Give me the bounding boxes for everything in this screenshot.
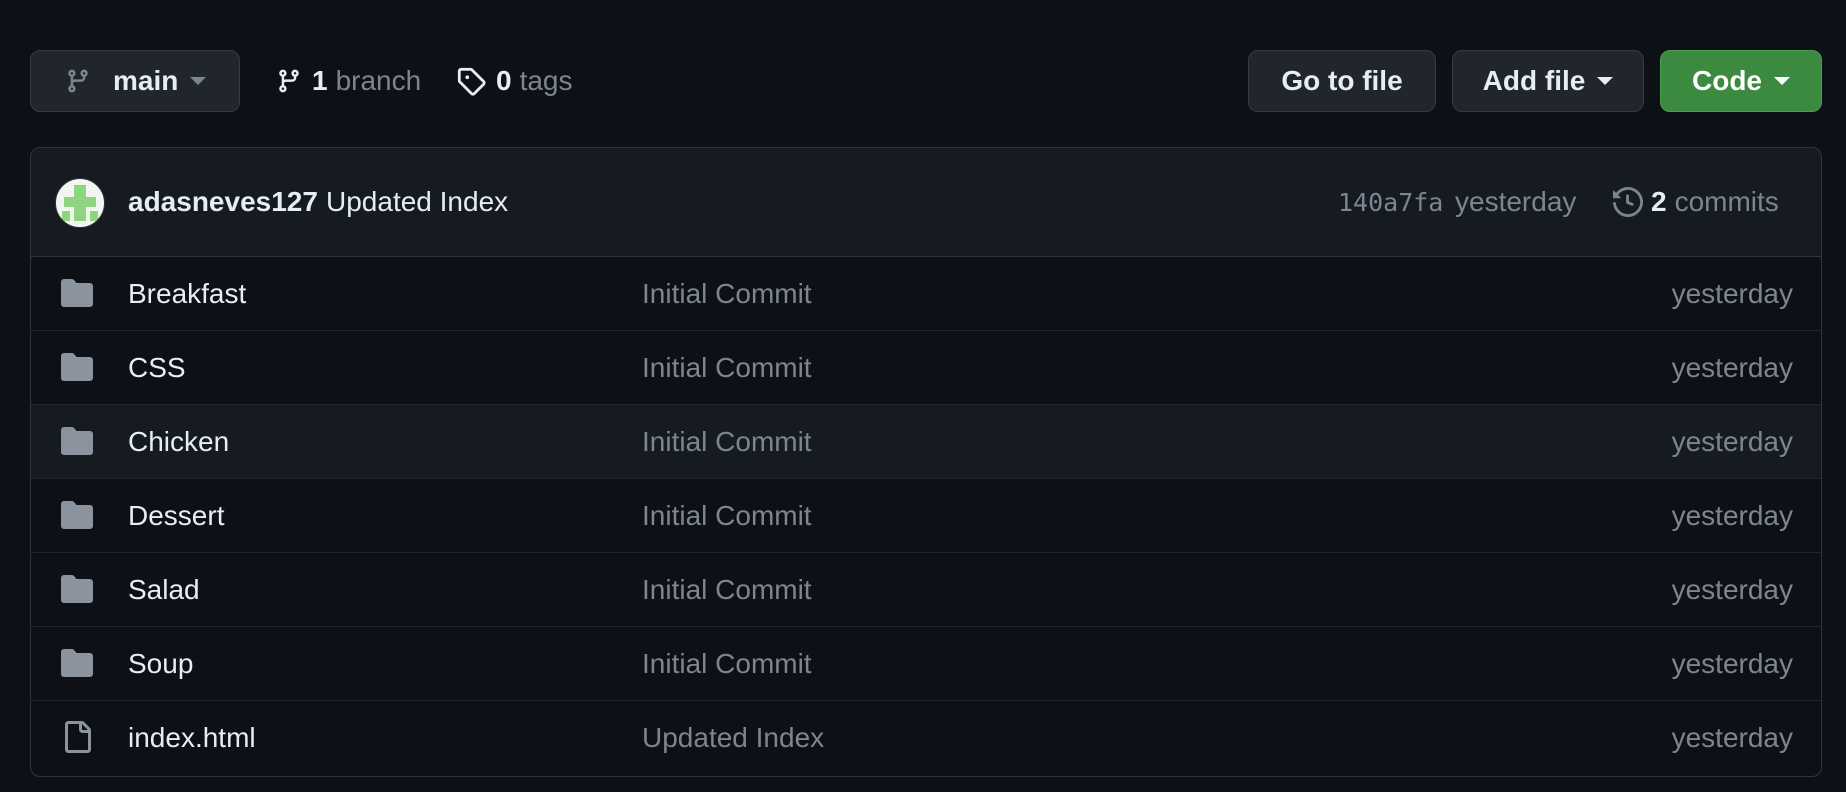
file-name-link[interactable]: Breakfast	[128, 278, 246, 310]
branch-word: branch	[335, 65, 422, 96]
tag-icon	[457, 67, 486, 96]
commit-time: yesterday	[1455, 186, 1577, 217]
file-commit-message-link[interactable]: Initial Commit	[642, 648, 812, 680]
code-label: Code	[1692, 65, 1762, 96]
file-name-link[interactable]: Dessert	[128, 500, 224, 532]
file-name-link[interactable]: Chicken	[128, 426, 229, 458]
tag-count: 0	[496, 65, 512, 96]
file-name-link[interactable]: index.html	[128, 722, 256, 754]
folder-icon	[61, 427, 93, 455]
branches-link[interactable]: 1 branch	[276, 50, 421, 112]
file-name-link[interactable]: Salad	[128, 574, 200, 606]
folder-icon	[61, 279, 93, 307]
file-name-link[interactable]: Soup	[128, 648, 193, 680]
file-age: yesterday	[1671, 499, 1793, 531]
avatar[interactable]	[55, 178, 105, 228]
commit-count: 2	[1651, 186, 1667, 217]
file-age: yesterday	[1671, 351, 1793, 383]
file-age: yesterday	[1671, 573, 1793, 605]
branch-select-button[interactable]: main	[30, 50, 240, 112]
file-commit-message-link[interactable]: Initial Commit	[642, 426, 812, 458]
file-commit-message-link[interactable]: Initial Commit	[642, 500, 812, 532]
git-branch-icon	[68, 69, 88, 93]
folder-icon	[61, 649, 93, 677]
file-name-link[interactable]: CSS	[128, 352, 186, 384]
file-row[interactable]: Salad Initial Commit yesterday	[31, 553, 1821, 627]
commit-message-link[interactable]: Updated Index	[326, 186, 508, 218]
go-to-file-button[interactable]: Go to file	[1248, 50, 1436, 112]
folder-icon	[61, 353, 93, 381]
file-age: yesterday	[1671, 647, 1793, 679]
file-row[interactable]: CSS Initial Commit yesterday	[31, 331, 1821, 405]
folder-icon	[61, 501, 93, 529]
file-age: yesterday	[1671, 277, 1793, 309]
go-to-file-label: Go to file	[1281, 65, 1403, 96]
commit-history-link[interactable]: 2 commits	[1613, 186, 1779, 218]
file-row[interactable]: index.html Updated Index yesterday	[31, 701, 1821, 774]
branch-count: 1	[312, 65, 328, 96]
file-commit-message-link[interactable]: Initial Commit	[642, 278, 812, 310]
branch-name: main	[113, 65, 179, 96]
file-row[interactable]: Dessert Initial Commit yesterday	[31, 479, 1821, 553]
commit-sha-link[interactable]: 140a7fa	[1338, 188, 1443, 217]
add-file-label: Add file	[1482, 65, 1586, 96]
file-commit-message-link[interactable]: Initial Commit	[642, 352, 812, 384]
file-commit-message-link[interactable]: Updated Index	[642, 722, 824, 754]
chevron-down-icon	[190, 77, 207, 85]
file-age: yesterday	[1671, 425, 1793, 457]
file-row[interactable]: Soup Initial Commit yesterday	[31, 627, 1821, 701]
file-icon	[65, 721, 91, 753]
tags-link[interactable]: 0 tags	[456, 50, 573, 112]
repo-toolbar: main 1 branch 0 tags Go to file Add file…	[30, 50, 1822, 114]
file-commit-message-link[interactable]: Initial Commit	[642, 574, 812, 606]
add-file-button[interactable]: Add file	[1452, 50, 1644, 112]
history-icon	[1613, 187, 1643, 217]
file-row[interactable]: Chicken Initial Commit yesterday	[31, 405, 1821, 479]
folder-icon	[61, 575, 93, 603]
git-branch-icon	[279, 69, 299, 93]
commit-author-link[interactable]: adasneves127	[128, 186, 318, 218]
code-button[interactable]: Code	[1660, 50, 1822, 112]
file-age: yesterday	[1671, 721, 1793, 753]
latest-commit-bar: adasneves127 Updated Index 140a7fa yeste…	[31, 148, 1821, 257]
tag-word: tags	[519, 65, 573, 96]
file-row[interactable]: Breakfast Initial Commit yesterday	[31, 257, 1821, 331]
chevron-down-icon	[1774, 77, 1790, 85]
chevron-down-icon	[1597, 77, 1614, 85]
commit-word: commits	[1674, 186, 1779, 217]
file-browser: adasneves127 Updated Index 140a7fa yeste…	[30, 147, 1822, 777]
